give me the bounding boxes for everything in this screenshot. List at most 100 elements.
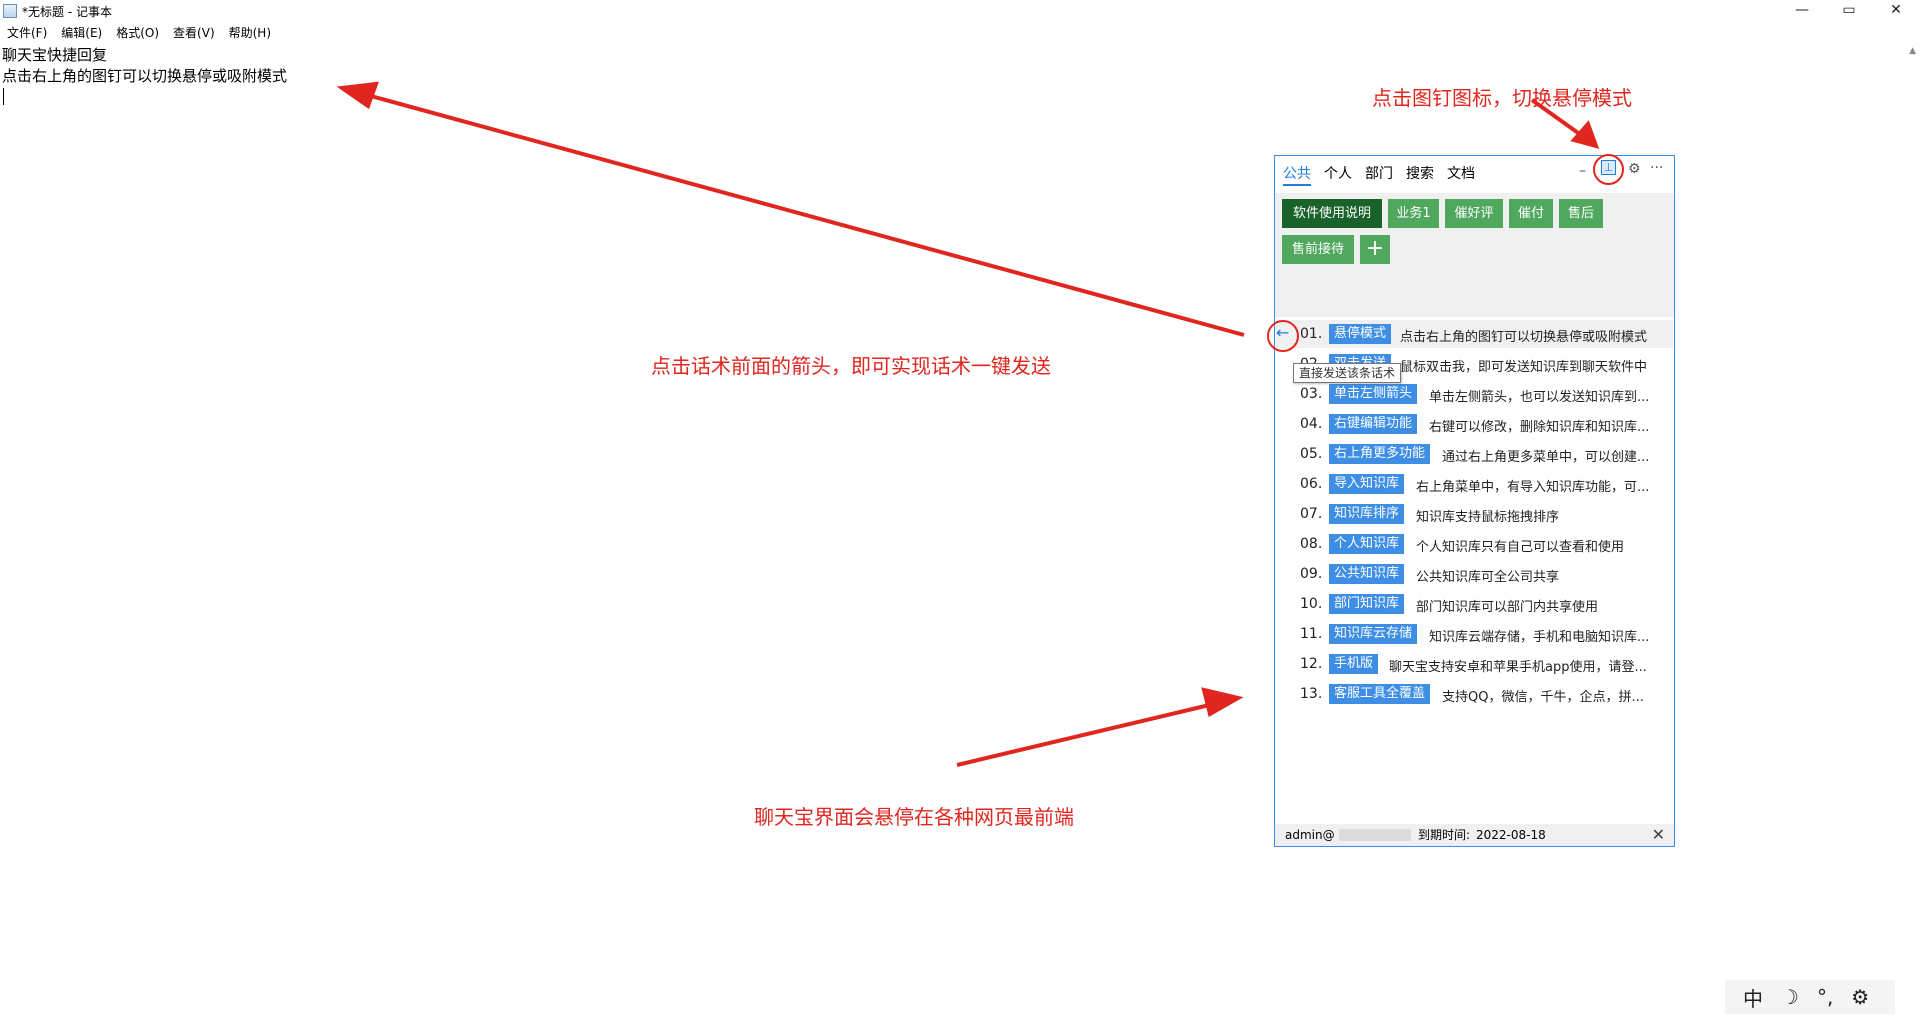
- item-desc: 公共知识库可全公司共享: [1416, 570, 1560, 585]
- menu-view[interactable]: 查看(V): [166, 24, 222, 42]
- list-item[interactable]: 13. 客服工具全覆盖 支持QQ，微信，千牛，企点，拼...: [1276, 680, 1673, 708]
- moon-icon[interactable]: ☽: [1781, 985, 1799, 1009]
- quick-reply-panel: 公共 个人 部门 搜索 文档 – ⊥ ⚙ ··· 软件使用说明 业务1 催好评 …: [1267, 154, 1675, 847]
- item-desc: 点击右上角的图钉可以切换悬停或吸附模式: [1400, 330, 1648, 345]
- arrowhead-editor: [336, 81, 379, 110]
- item-desc: 单击左侧箭头，也可以发送知识库到...: [1429, 390, 1650, 405]
- tab-documents[interactable]: 文档: [1447, 164, 1475, 186]
- item-number: 01.: [1300, 326, 1323, 342]
- item-number: 12.: [1300, 656, 1323, 672]
- item-tag: 手机版: [1329, 654, 1379, 674]
- list-item[interactable]: 01. 悬停模式 点击右上角的图钉可以切换悬停或吸附模式: [1276, 320, 1673, 348]
- item-number: 13.: [1300, 686, 1323, 702]
- scroll-up-icon[interactable]: ▲: [1909, 46, 1916, 56]
- annotation-send-hint: 点击话术前面的箭头，即可实现话术一键发送: [651, 354, 1051, 378]
- list-item[interactable]: 08. 个人知识库 个人知识库只有自己可以查看和使用: [1276, 530, 1673, 558]
- add-category-button[interactable]: +: [1360, 235, 1390, 264]
- category-request-review[interactable]: 催好评: [1445, 199, 1503, 228]
- item-number: 10.: [1300, 596, 1323, 612]
- panel-footer: admin@ 到期时间: 2022-08-18 ✕: [1275, 824, 1674, 846]
- title-bar: *无标题 - 记事本 — ▭ ✕: [0, 0, 1920, 22]
- item-tag: 悬停模式: [1329, 324, 1392, 344]
- ime-toolbar: 中 ☽ °, ⚙: [1725, 980, 1895, 1014]
- list-item[interactable]: 07. 知识库排序 知识库支持鼠标拖拽排序: [1276, 500, 1673, 528]
- item-tag: 部门知识库: [1329, 594, 1405, 614]
- annotation-float-hint: 聊天宝界面会悬停在各种网页最前端: [754, 805, 1074, 829]
- category-business1[interactable]: 业务1: [1388, 199, 1439, 228]
- tab-personal[interactable]: 个人: [1324, 164, 1352, 186]
- item-number: 04.: [1300, 416, 1323, 432]
- tab-department[interactable]: 部门: [1365, 164, 1393, 186]
- item-desc: 部门知识库可以部门内共享使用: [1416, 600, 1599, 615]
- item-tag: 右上角更多功能: [1329, 444, 1431, 464]
- panel-tabs: 公共 个人 部门 搜索 文档: [1283, 164, 1488, 186]
- gear-icon[interactable]: ⚙: [1628, 161, 1641, 177]
- list-item[interactable]: 09. 公共知识库 公共知识库可全公司共享: [1276, 560, 1673, 588]
- arrow-line-to-panel: [956, 700, 1223, 767]
- close-button[interactable]: ✕: [1873, 0, 1919, 22]
- list-item[interactable]: 10. 部门知识库 部门知识库可以部门内共享使用: [1276, 590, 1673, 618]
- item-number: 08.: [1300, 536, 1323, 552]
- gear-icon[interactable]: ⚙: [1851, 985, 1869, 1009]
- item-number: 03.: [1300, 386, 1323, 402]
- tab-public[interactable]: 公共: [1283, 164, 1311, 186]
- footer-user: admin@: [1285, 828, 1335, 842]
- footer-expire-date: 2022-08-18: [1476, 828, 1546, 842]
- menu-format[interactable]: 格式(O): [109, 24, 166, 42]
- text-caret: [3, 88, 4, 105]
- item-number: 06.: [1300, 476, 1323, 492]
- item-tag: 知识库云存储: [1329, 624, 1418, 644]
- item-tag: 客服工具全覆盖: [1329, 684, 1431, 704]
- minimize-button[interactable]: —: [1779, 0, 1825, 22]
- menu-file[interactable]: 文件(F): [0, 24, 54, 42]
- vertical-scrollbar[interactable]: ▲: [1903, 42, 1920, 1002]
- ime-chinese-mode[interactable]: 中: [1743, 983, 1763, 1012]
- editor-line: 点击右上角的图钉可以切换悬停或吸附模式: [2, 67, 288, 85]
- item-tag: 个人知识库: [1329, 534, 1405, 554]
- footer-expire-label: 到期时间:: [1418, 828, 1471, 842]
- menu-help[interactable]: 帮助(H): [222, 24, 278, 42]
- punctuation-icon[interactable]: °,: [1817, 985, 1833, 1009]
- menu-edit[interactable]: 编辑(E): [54, 24, 109, 42]
- list-item[interactable]: 06. 导入知识库 右上角菜单中，有导入知识库功能，可...: [1276, 470, 1673, 498]
- arrow-line-to-editor: [359, 91, 1245, 337]
- item-tag: 导入知识库: [1329, 474, 1405, 494]
- footer-close-button[interactable]: ✕: [1652, 824, 1665, 846]
- list-item[interactable]: 05. 右上角更多功能 通过右上角更多菜单中，可以创建...: [1276, 440, 1673, 468]
- item-desc: 右键可以修改，删除知识库和知识库...: [1429, 420, 1650, 435]
- window-title: *无标题 - 记事本: [22, 5, 112, 19]
- item-desc: 右上角菜单中，有导入知识库功能，可...: [1416, 480, 1650, 495]
- item-desc: 个人知识库只有自己可以查看和使用: [1416, 540, 1625, 555]
- item-number: 07.: [1300, 506, 1323, 522]
- arrowhead-pin: [1570, 120, 1600, 149]
- arrowhead-panel: [1201, 687, 1244, 718]
- item-tag: 单击左侧箭头: [1329, 384, 1418, 404]
- item-desc: 鼠标双击我，即可发送知识库到聊天软件中: [1400, 360, 1648, 375]
- editor-line: 聊天宝快捷回复: [2, 46, 108, 64]
- list-item[interactable]: 11. 知识库云存储 知识库云端存储，手机和电脑知识库...: [1276, 620, 1673, 648]
- item-desc: 通过右上角更多菜单中，可以创建...: [1442, 450, 1650, 465]
- category-after-sales[interactable]: 售后: [1559, 199, 1603, 228]
- item-number: 09.: [1300, 566, 1323, 582]
- item-desc: 聊天宝支持安卓和苹果手机app使用，请登...: [1389, 660, 1647, 675]
- item-desc: 知识库云端存储，手机和电脑知识库...: [1429, 630, 1650, 645]
- menu-bar: 文件(F) 编辑(E) 格式(O) 查看(V) 帮助(H): [0, 24, 278, 42]
- list-item[interactable]: 12. 手机版 聊天宝支持安卓和苹果手机app使用，请登...: [1276, 650, 1673, 678]
- item-desc: 知识库支持鼠标拖拽排序: [1416, 510, 1560, 525]
- maximize-button[interactable]: ▭: [1826, 0, 1872, 22]
- tab-search[interactable]: 搜索: [1406, 164, 1434, 186]
- annotation-pin-hint: 点击图钉图标，切换悬停模式: [1372, 86, 1632, 110]
- more-menu-button[interactable]: ···: [1650, 160, 1663, 176]
- item-tag: 知识库排序: [1329, 504, 1405, 524]
- panel-minimize-button[interactable]: –: [1579, 163, 1586, 179]
- list-item[interactable]: 03. 单击左侧箭头 单击左侧箭头，也可以发送知识库到...: [1276, 380, 1673, 408]
- list-item[interactable]: 04. 右键编辑功能 右键可以修改，删除知识库和知识库...: [1276, 410, 1673, 438]
- send-tooltip: 直接发送该条话术: [1293, 363, 1402, 383]
- text-editor[interactable]: 聊天宝快捷回复 点击右上角的图钉可以切换悬停或吸附模式: [2, 45, 287, 87]
- item-tag: 公共知识库: [1329, 564, 1405, 584]
- send-arrow-icon[interactable]: ←: [1276, 323, 1289, 342]
- category-pre-sales[interactable]: 售前接待: [1282, 235, 1354, 264]
- category-software-guide[interactable]: 软件使用说明: [1282, 199, 1382, 228]
- category-request-payment[interactable]: 催付: [1509, 199, 1553, 228]
- pin-icon[interactable]: ⊥: [1601, 160, 1616, 175]
